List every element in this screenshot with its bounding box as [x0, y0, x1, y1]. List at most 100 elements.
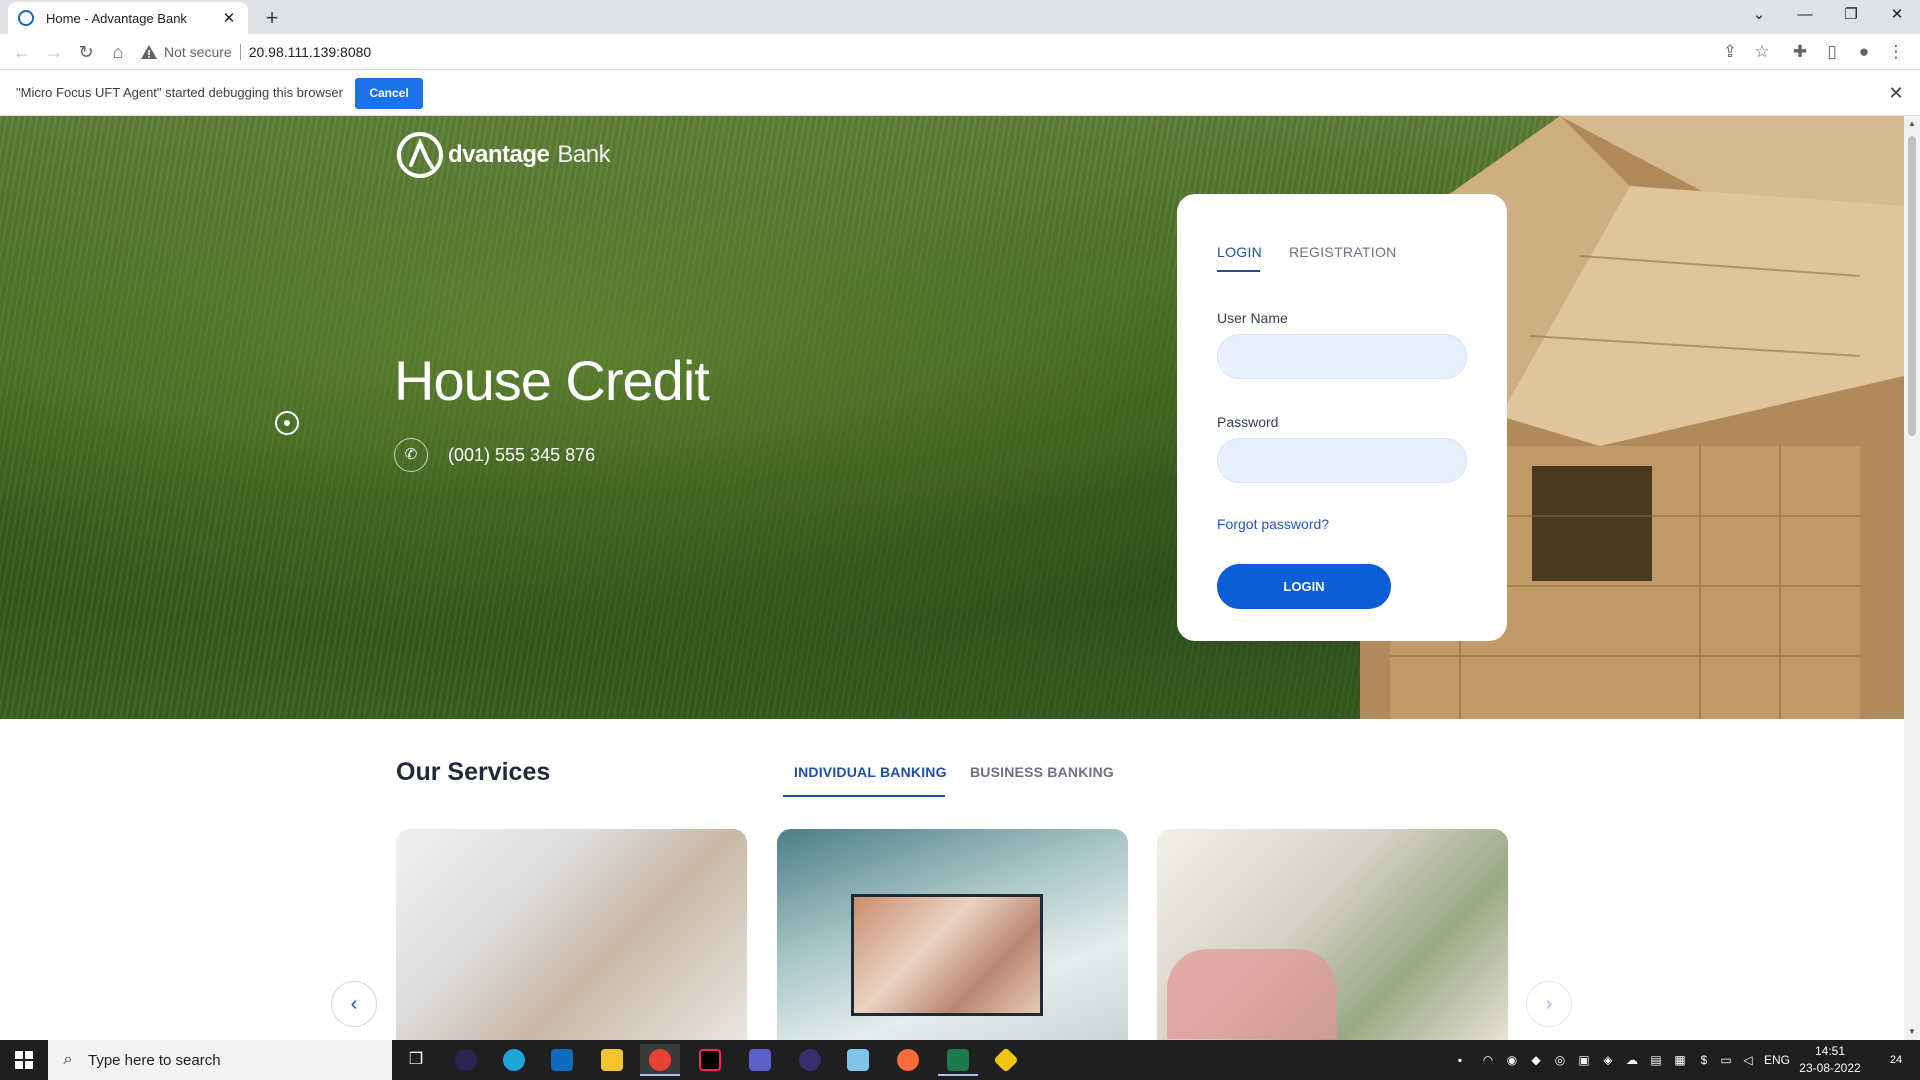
- tab-individual-banking[interactable]: INDIVIDUAL BANKING: [794, 764, 947, 780]
- system-clock[interactable]: 14:51 23-08-2022: [1795, 1043, 1865, 1077]
- git-app-icon[interactable]: [986, 1044, 1026, 1076]
- page-scrollbar[interactable]: ▲ ▼: [1904, 116, 1920, 1040]
- new-tab-button[interactable]: +: [258, 4, 286, 32]
- scroll-up-icon[interactable]: ▲: [1904, 116, 1920, 132]
- windows-taskbar: ⌕ Type here to search ❒ ▪ ◠ ◉ ◆ ◎ ▣ ◈ ☁ …: [0, 1040, 1920, 1080]
- tray-app-icon[interactable]: ◈: [1596, 1040, 1620, 1080]
- forgot-password-link[interactable]: Forgot password?: [1217, 516, 1329, 532]
- eclipse-ide-icon[interactable]: [790, 1044, 830, 1076]
- brand-suffix: Bank: [557, 141, 611, 168]
- tab-login[interactable]: LOGIN: [1217, 244, 1262, 260]
- scroll-thumb[interactable]: [1908, 136, 1916, 436]
- scroll-down-icon[interactable]: ▼: [1904, 1024, 1920, 1040]
- phone-icon: ✆: [394, 438, 428, 472]
- tab-registration[interactable]: REGISTRATION: [1289, 244, 1397, 260]
- tab-title: Home - Advantage Bank: [46, 10, 187, 26]
- edge-app-icon[interactable]: [494, 1044, 534, 1076]
- side-panel-icon[interactable]: ▯: [1818, 38, 1846, 66]
- cursor-dot: [284, 420, 290, 426]
- back-arrow-icon[interactable]: ←: [8, 38, 36, 66]
- infobar-close-icon[interactable]: ✕: [1884, 81, 1908, 105]
- mouse-cursor-indicator: [275, 411, 299, 435]
- home-icon[interactable]: ⌂: [104, 38, 132, 66]
- password-input[interactable]: [1217, 438, 1467, 483]
- reload-icon[interactable]: ↻: [72, 38, 100, 66]
- onedrive-icon[interactable]: ☁: [1620, 1040, 1644, 1080]
- login-tab-underline: [1217, 270, 1260, 272]
- carousel-prev-button[interactable]: ‹: [331, 981, 377, 1027]
- taskbar-search[interactable]: ⌕ Type here to search: [48, 1040, 392, 1080]
- warning-icon[interactable]: [140, 43, 158, 61]
- chrome-app-icon[interactable]: [640, 1044, 680, 1076]
- address-bar[interactable]: Not secure 20.98.111.139:8080: [140, 38, 1700, 66]
- services-title: Our Services: [396, 758, 551, 786]
- advantage-bank-logo[interactable]: dvantage Bank: [396, 131, 611, 179]
- tab-close-icon[interactable]: ✕: [220, 9, 238, 27]
- clock-time: 14:51: [1814, 1044, 1846, 1058]
- password-label: Password: [1217, 414, 1279, 430]
- battery-icon[interactable]: ▭: [1714, 1040, 1738, 1080]
- services-tab-underline: [783, 795, 945, 797]
- language-indicator[interactable]: ENG: [1760, 1040, 1794, 1080]
- profile-icon[interactable]: ●: [1850, 38, 1878, 66]
- advantage-favicon-icon: [18, 10, 34, 26]
- search-placeholder: Type here to search: [88, 1051, 221, 1069]
- outlook-app-icon[interactable]: [542, 1044, 582, 1076]
- laptop-image: [851, 894, 1043, 1016]
- intellij-app-icon[interactable]: [690, 1044, 730, 1076]
- dollar-icon[interactable]: $: [1692, 1040, 1716, 1080]
- forward-arrow-icon[interactable]: →: [40, 38, 68, 66]
- service-card-consultation[interactable]: [396, 829, 747, 1040]
- hand-tablet-image: [1167, 949, 1337, 1039]
- window-close-button[interactable]: ✕: [1874, 0, 1920, 30]
- security-status[interactable]: Not secure: [164, 44, 232, 60]
- network-icon[interactable]: ◠: [1476, 1040, 1500, 1080]
- eclipse-app-icon[interactable]: [446, 1044, 486, 1076]
- notification-center-icon[interactable]: 24: [1876, 1040, 1916, 1080]
- search-icon: ⌕: [63, 1051, 73, 1068]
- windows-start-icon[interactable]: [0, 1040, 48, 1080]
- debugging-infobar: "Micro Focus UFT Agent" started debuggin…: [0, 71, 1920, 116]
- phone-number: (001) 555 345 876: [448, 444, 596, 465]
- username-input[interactable]: [1217, 334, 1467, 379]
- omnibox-separator: [239, 44, 241, 60]
- tray-app-icon[interactable]: ▪: [1448, 1040, 1472, 1080]
- postman-app-icon[interactable]: [888, 1044, 928, 1076]
- extensions-icon[interactable]: ✚: [1786, 38, 1814, 66]
- tab-business-banking[interactable]: BUSINESS BANKING: [970, 764, 1114, 780]
- tray-app-icon[interactable]: ▦: [1668, 1040, 1692, 1080]
- infobar-message: "Micro Focus UFT Agent" started debuggin…: [16, 85, 343, 100]
- volume-icon[interactable]: ◁: [1736, 1040, 1760, 1080]
- bookmark-star-icon[interactable]: ☆: [1748, 38, 1776, 66]
- browser-tab[interactable]: Home - Advantage Bank ✕: [8, 2, 248, 34]
- page-viewport: dvantage Bank House Credit ✆ (001) 555 34…: [0, 116, 1904, 1040]
- restore-button[interactable]: ❐: [1828, 0, 1874, 30]
- hero-banner: dvantage Bank House Credit ✆ (001) 555 34…: [0, 116, 1904, 719]
- carousel-next-button[interactable]: ›: [1526, 981, 1572, 1027]
- clock-date: 23-08-2022: [1799, 1061, 1861, 1075]
- task-view-icon[interactable]: ❒: [396, 1044, 436, 1076]
- browser-tab-strip: Home - Advantage Bank ✕ + ⌄ — ❐ ✕: [0, 0, 1920, 34]
- menu-dots-icon[interactable]: ⋮: [1882, 38, 1910, 66]
- tray-app-icon[interactable]: ◎: [1548, 1040, 1572, 1080]
- tray-app-icon[interactable]: ◉: [1500, 1040, 1524, 1080]
- service-card-online-banking[interactable]: [777, 829, 1128, 1040]
- share-icon[interactable]: ⇪: [1716, 38, 1744, 66]
- cancel-button[interactable]: Cancel: [355, 78, 423, 109]
- advantage-logo-icon: [397, 132, 443, 178]
- brand-name: dvantage: [448, 141, 550, 168]
- notes-app-icon[interactable]: [838, 1044, 878, 1076]
- minimize-button[interactable]: —: [1782, 0, 1828, 30]
- url-text[interactable]: 20.98.111.139:8080: [249, 44, 372, 60]
- tray-app-icon[interactable]: ◆: [1524, 1040, 1548, 1080]
- service-card-mobile[interactable]: [1157, 829, 1508, 1040]
- tray-app-icon[interactable]: ▣: [1572, 1040, 1596, 1080]
- outlook-tray-icon[interactable]: ▤: [1644, 1040, 1668, 1080]
- file-explorer-icon[interactable]: [592, 1044, 632, 1076]
- login-button[interactable]: LOGIN: [1217, 564, 1391, 609]
- hero-phone: ✆ (001) 555 345 876: [394, 438, 595, 472]
- uft-app-icon[interactable]: [938, 1044, 978, 1076]
- tab-search-icon[interactable]: ⌄: [1736, 0, 1782, 30]
- login-card: LOGIN REGISTRATION User Name Password Fo…: [1177, 194, 1507, 641]
- teams-app-icon[interactable]: [740, 1044, 780, 1076]
